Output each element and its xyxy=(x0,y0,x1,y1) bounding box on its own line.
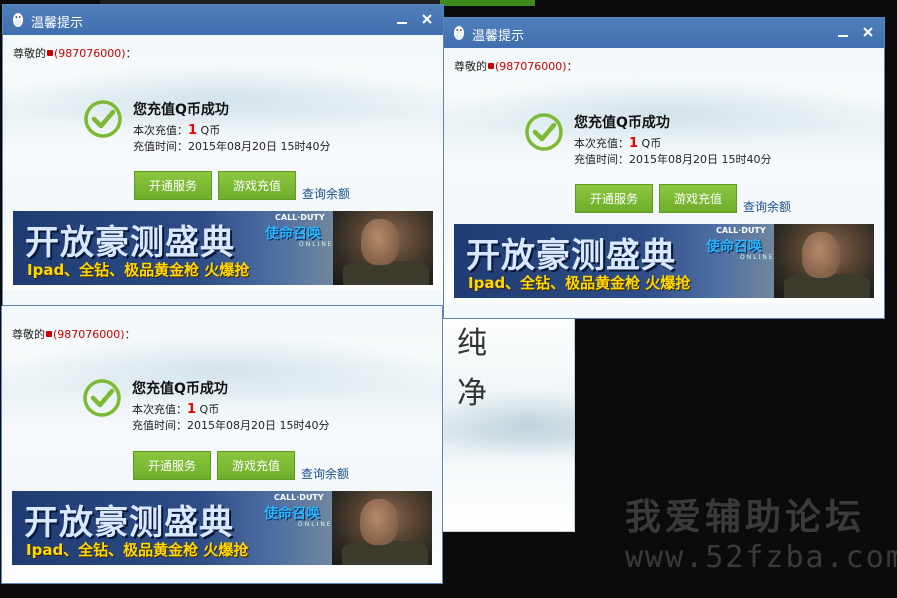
ad-banner[interactable]: 开放豪测盛典 Ipad、全钻、极品黄金枪 火爆抢 CALL·DUTY 使命召唤 … xyxy=(12,491,432,565)
success-check-icon xyxy=(525,113,563,151)
banner-soldier-image xyxy=(332,491,432,565)
query-balance-link[interactable]: 查询余额 xyxy=(743,198,791,215)
success-headline: 您充值Q币成功 xyxy=(132,381,228,397)
time-line: 充值时间：2015年08月20日 15时40分 xyxy=(574,153,772,166)
game-recharge-button[interactable]: 游戏充值 xyxy=(218,171,296,200)
window-content: 尊敬的 (987076000)： 您充值Q币成功 本次充值：1 Q币 充值时间：2… xyxy=(444,48,884,303)
banner-main-text: 开放豪测盛典 xyxy=(24,503,234,543)
background-wallpaper-card: 纯 净 xyxy=(440,318,575,532)
banner-sub-text: Ipad、全钻、极品黄金枪 火爆抢 xyxy=(468,274,691,292)
window-titlebar[interactable]: 温馨提示 xyxy=(3,5,443,35)
qq-penguin-icon xyxy=(13,13,23,27)
banner-logo-main: 使命召唤 xyxy=(706,239,762,255)
close-icon[interactable] xyxy=(860,23,876,41)
window-content: 尊敬的 (987076000)： 您充值Q币成功 本次充值：1 Q币 充值时间：2… xyxy=(3,35,443,290)
success-check-icon xyxy=(83,379,121,417)
ad-banner[interactable]: 开放豪测盛典 Ipad、全钻、极品黄金枪 火爆抢 CALL·DUTY 使命召唤 … xyxy=(13,211,433,285)
notification-window: 温馨提示 尊敬的 (987076000)： 您充值Q币成功 本次充值：1 Q币 充… xyxy=(443,17,885,319)
banner-logo-online: ONLINE xyxy=(740,254,775,261)
query-balance-link[interactable]: 查询余额 xyxy=(302,185,350,202)
open-service-button[interactable]: 开通服务 xyxy=(575,184,653,213)
success-headline: 您充值Q币成功 xyxy=(133,102,229,118)
amount-line: 本次充值：1 Q币 xyxy=(133,123,221,138)
qq-id: (987076000) xyxy=(495,60,567,73)
time-line: 充值时间：2015年08月20日 15时40分 xyxy=(132,419,330,432)
greeting: 尊敬的 (987076000)： xyxy=(13,47,137,60)
success-check-icon xyxy=(84,100,122,138)
time-line: 充值时间：2015年08月20日 15时40分 xyxy=(133,140,331,153)
notification-window: 温馨提示 尊敬的 (987076000)： 您充值Q币成功 本次充值：1 Q币 充… xyxy=(2,4,444,306)
banner-sub-text: Ipad、全钻、极品黄金枪 火爆抢 xyxy=(27,261,250,279)
banner-sub-text: Ipad、全钻、极品黄金枪 火爆抢 xyxy=(26,541,249,559)
qq-id: (987076000) xyxy=(53,328,125,341)
query-balance-link[interactable]: 查询余额 xyxy=(301,465,349,482)
greeting: 尊敬的 (987076000)： xyxy=(454,60,578,73)
open-service-button[interactable]: 开通服务 xyxy=(134,171,212,200)
window-content: 尊敬的 (987076000)： 您充值Q币成功 本次充值：1 Q币 充值时间：2… xyxy=(2,306,442,583)
notification-window: 尊敬的 (987076000)： 您充值Q币成功 本次充值：1 Q币 充值时间：2… xyxy=(1,306,443,584)
success-headline: 您充值Q币成功 xyxy=(574,115,670,131)
minimize-icon[interactable] xyxy=(836,24,850,40)
minimize-icon[interactable] xyxy=(395,11,409,27)
calligraphy-char: 纯 xyxy=(457,326,487,361)
close-icon[interactable] xyxy=(419,10,435,28)
qq-id: (987076000) xyxy=(54,47,126,60)
open-service-button[interactable]: 开通服务 xyxy=(133,451,211,480)
watermark-title: 我爱辅助论坛 xyxy=(625,497,866,538)
banner-soldier-image xyxy=(333,211,433,285)
banner-logo-small: CALL·DUTY xyxy=(274,493,324,502)
window-titlebar[interactable]: 温馨提示 xyxy=(444,18,884,48)
game-recharge-button[interactable]: 游戏充值 xyxy=(659,184,737,213)
game-recharge-button[interactable]: 游戏充值 xyxy=(217,451,295,480)
calligraphy-char: 净 xyxy=(457,376,487,411)
amount-line: 本次充值：1 Q币 xyxy=(132,402,220,417)
window-title: 温馨提示 xyxy=(31,16,84,31)
banner-soldier-image xyxy=(774,224,874,298)
banner-logo-online: ONLINE xyxy=(298,521,333,528)
window-title: 温馨提示 xyxy=(472,29,525,44)
qq-penguin-icon xyxy=(454,26,464,40)
greeting: 尊敬的 (987076000)： xyxy=(12,328,136,341)
banner-logo-small: CALL·DUTY xyxy=(275,213,325,222)
ad-banner[interactable]: 开放豪测盛典 Ipad、全钻、极品黄金枪 火爆抢 CALL·DUTY 使命召唤 … xyxy=(454,224,874,298)
watermark-url: www.52fzba.com xyxy=(625,540,897,575)
amount-line: 本次充值：1 Q币 xyxy=(574,136,662,151)
banner-main-text: 开放豪测盛典 xyxy=(466,236,676,276)
banner-main-text: 开放豪测盛典 xyxy=(25,223,235,263)
banner-logo-online: ONLINE xyxy=(299,241,334,248)
banner-logo-main: 使命召唤 xyxy=(265,226,321,242)
banner-logo-small: CALL·DUTY xyxy=(716,226,766,235)
banner-logo-main: 使命召唤 xyxy=(264,506,320,522)
